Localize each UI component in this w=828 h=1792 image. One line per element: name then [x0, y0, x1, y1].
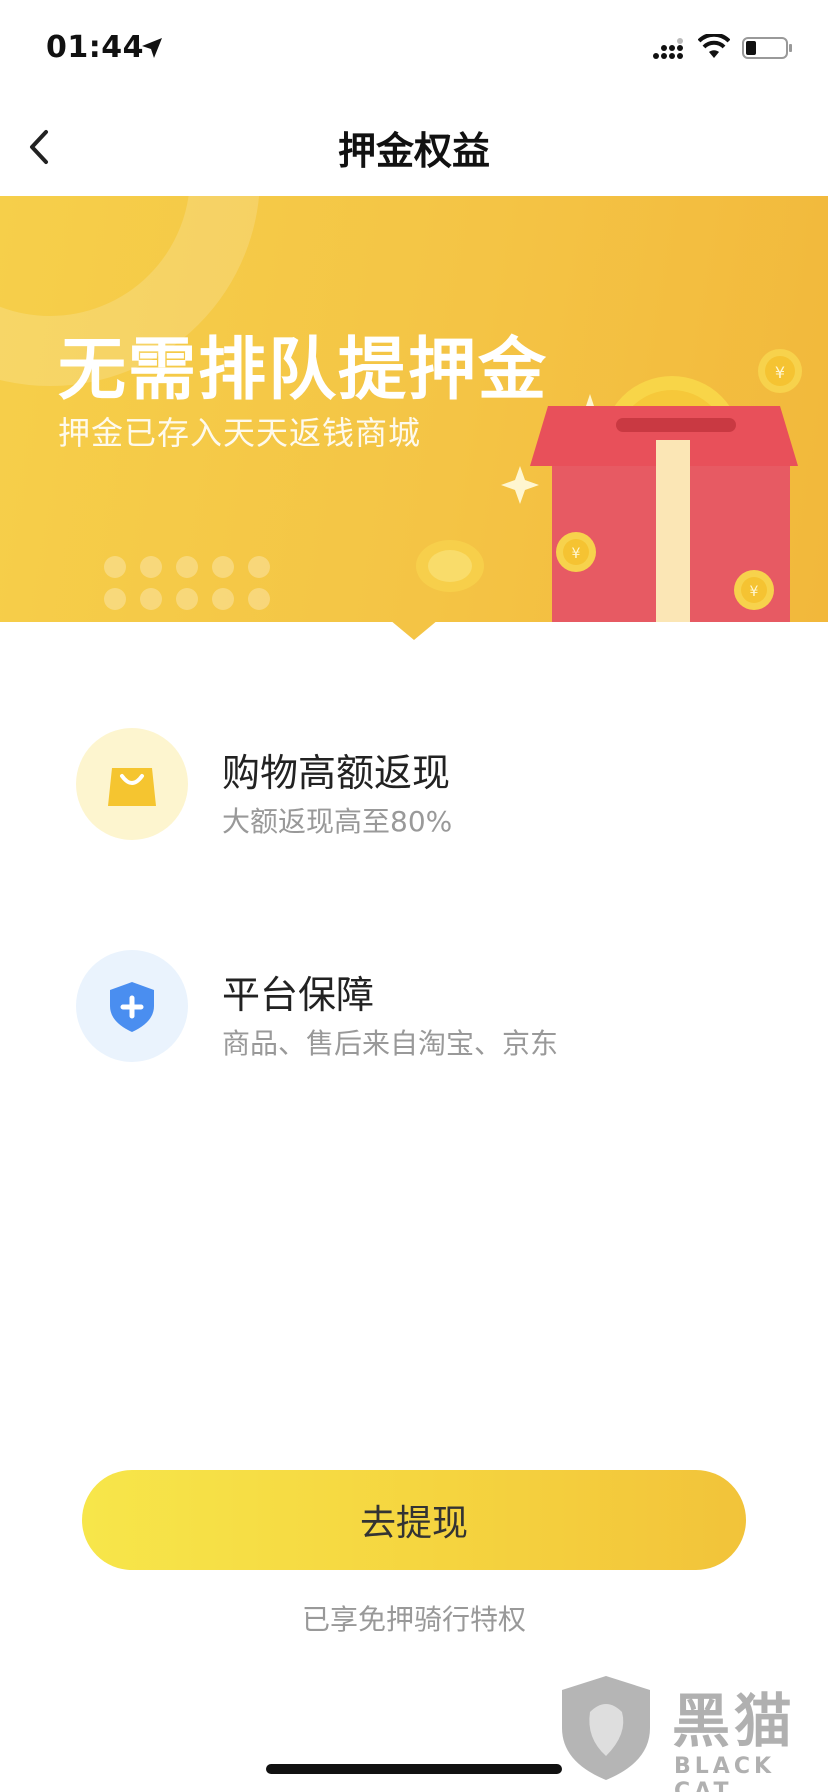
deposit-banner: 无需排队提押金 押金已存入天天返钱商城 ¥ ¥ ¥ — [0, 196, 828, 622]
watermark-text: 黑猫 — [672, 1687, 797, 1755]
withdraw-button[interactable]: 去提现 — [82, 1470, 746, 1570]
cat-shield-logo-icon — [562, 1676, 650, 1780]
svg-text:¥: ¥ — [750, 584, 759, 600]
feature-platform-guarantee: 平台保障 商品、售后来自淘宝、京东 — [0, 950, 828, 1070]
black-cat-watermark: 黑猫 BLACK CAT — [556, 1672, 828, 1792]
page-title: 押金权益 — [337, 129, 490, 173]
feature-title: 平台保障 — [222, 973, 375, 1017]
svg-text:¥: ¥ — [572, 546, 581, 562]
battery-icon — [742, 37, 792, 59]
nav-bar: 押金权益 — [0, 100, 828, 196]
svg-text:¥: ¥ — [775, 363, 785, 382]
decorative-dots — [104, 556, 274, 622]
shopping-bag-icon — [108, 768, 156, 806]
wifi-icon — [698, 34, 730, 58]
status-time: 01:44 — [46, 30, 144, 65]
feature-icon-circle — [76, 728, 188, 840]
watermark-subtext: BLACK CAT — [674, 1754, 776, 1792]
shield-plus-icon — [110, 982, 154, 1032]
piggy-box-coins-illustration: ¥ ¥ ¥ — [416, 349, 802, 622]
cellular-signal-icon — [653, 38, 683, 59]
location-arrow-icon — [142, 38, 162, 58]
status-bar: 01:44 — [0, 0, 828, 100]
banner-subtitle: 押金已存入天天返钱商城 — [58, 414, 422, 452]
deposit-free-note: 已享免押骑行特权 — [301, 1603, 526, 1636]
feature-icon-circle — [76, 950, 188, 1062]
home-indicator[interactable] — [266, 1764, 562, 1774]
banner-pointer — [390, 620, 438, 640]
feature-description: 大额返现高至80% — [222, 805, 453, 838]
feature-description: 商品、售后来自淘宝、京东 — [222, 1027, 559, 1060]
feature-cashback: 购物高额返现 大额返现高至80% — [0, 728, 828, 848]
feature-title: 购物高额返现 — [222, 751, 451, 795]
